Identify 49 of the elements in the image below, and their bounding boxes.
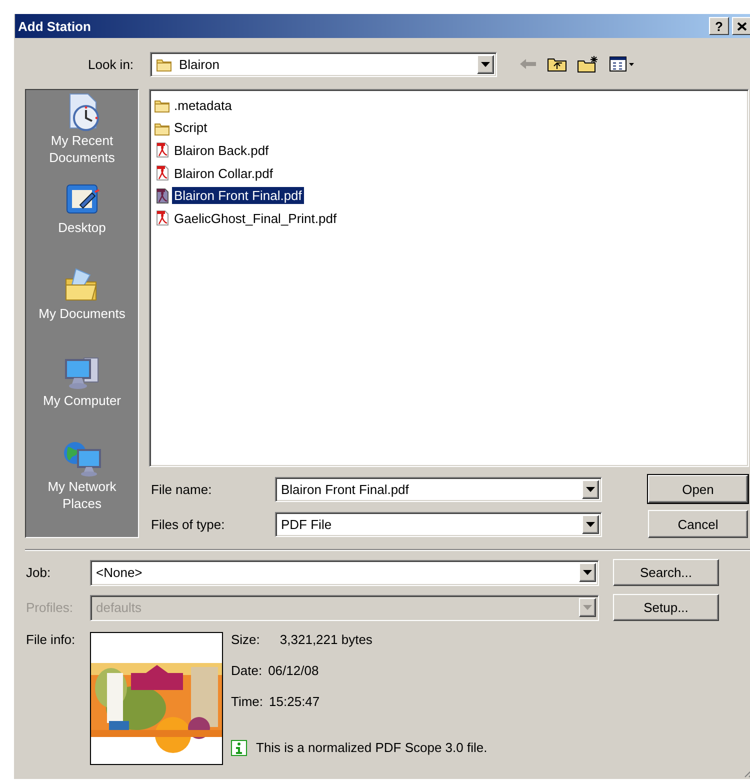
file-type-label: Files of type: [150,516,226,532]
caret-icon [583,570,592,575]
pdf-file-icon [154,142,170,158]
caret-icon [481,62,490,66]
look-in-label: Look in: [88,56,135,72]
open-button[interactable]: Open [648,475,748,503]
help-button[interactable]: ? [709,17,729,35]
file-item[interactable]: GaelicGhost_Final_Print.pdf [172,210,339,227]
cancel-button[interactable]: Cancel [648,510,748,538]
date-value: 06/12/08 [268,663,319,678]
search-button[interactable]: Search... [613,559,719,586]
file-item[interactable]: Blairon Front Final.pdf [172,187,304,204]
view-menu-icon [609,56,635,72]
back-arrow-icon [519,57,537,71]
places-item[interactable]: My Recent Documents [26,92,138,179]
info-icon [231,740,247,756]
file-item[interactable]: Blairon Back.pdf [172,142,271,159]
file-info-label: File info: [26,632,76,649]
pdf-file-icon [154,165,170,182]
close-button[interactable] [732,17,750,35]
places-item[interactable]: My Computer [26,352,138,438]
size-label: Size: [231,632,260,647]
caret-icon [586,486,595,492]
file-item[interactable]: .metadata [172,96,234,114]
pdf-file-icon [154,210,170,226]
new-folder-icon [577,55,599,73]
job-dropdown[interactable]: <None> [90,560,599,586]
caret-icon [586,522,595,526]
places-item[interactable]: Desktop [26,178,138,266]
pdf-file-icon [154,188,170,204]
file-item[interactable]: Script [172,119,210,136]
file-name-field[interactable]: Blairon Front Final.pdf [275,476,602,502]
date-label: Date: [231,663,262,678]
places-item[interactable]: My Network Places [26,438,138,525]
profiles-label: Profiles: [26,600,74,615]
places-item[interactable]: My Documents [26,265,138,352]
time-value: 15:25:47 [269,694,320,709]
caret-icon [583,605,592,610]
look-in-dropdown[interactable]: Blairon [150,52,497,76]
file-name-label: File name: [150,482,213,496]
file-type-dropdown[interactable]: PDF File [275,512,602,536]
up-folder-icon [547,56,567,72]
job-label: Job: [26,565,52,580]
size-value: 3,321,221 bytes [280,632,372,647]
window-title: Add Station [18,18,92,34]
info-message: This is a normalized PDF Scope 3.0 file. [256,740,488,755]
close-icon [737,22,747,30]
time-label: Time: [231,694,264,709]
file-item[interactable]: Blairon Collar.pdf [172,164,275,182]
